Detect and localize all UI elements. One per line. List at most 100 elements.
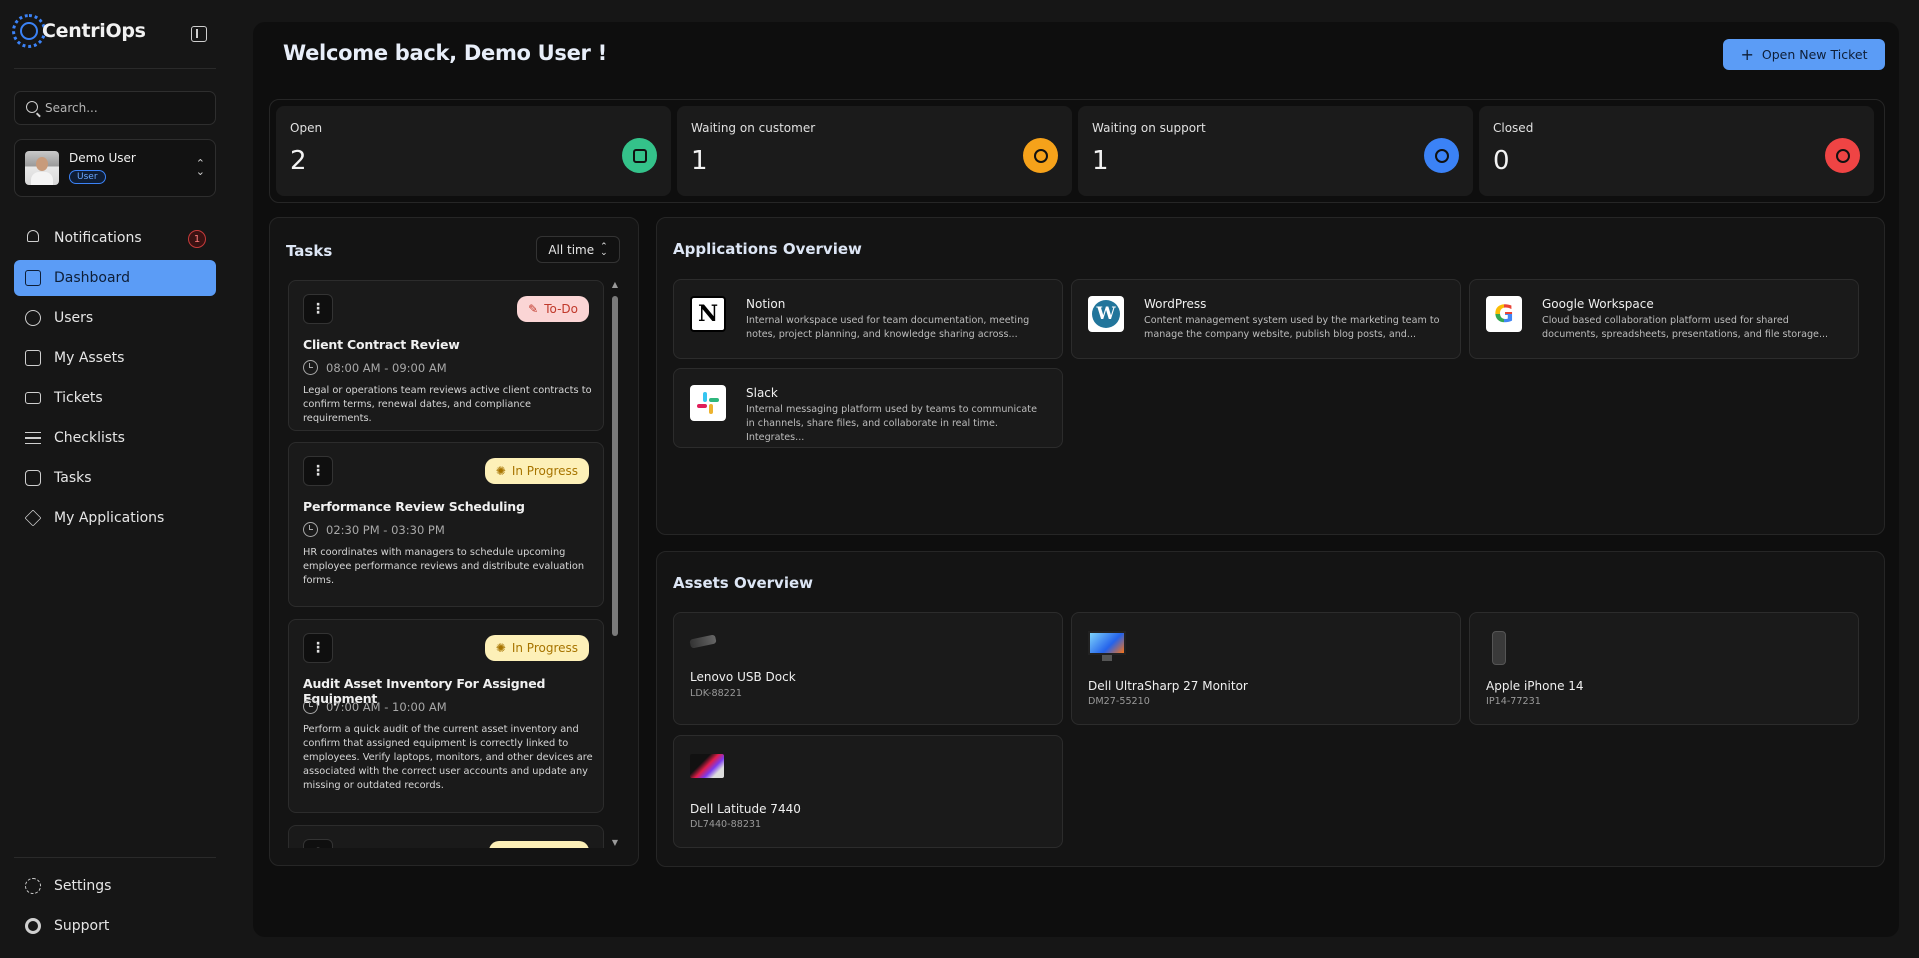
sidebar-item-label: Settings	[54, 878, 112, 894]
checkbox-icon	[25, 470, 41, 486]
more-options-icon[interactable]: ⋮	[303, 456, 333, 486]
sidebar-item-my-assets[interactable]: My Assets	[14, 340, 216, 376]
usb-dock-image	[689, 634, 717, 649]
more-options-icon[interactable]: ⋮	[303, 294, 333, 324]
ticket-icon	[25, 392, 41, 404]
app-card-google-workspace[interactable]: G Google Workspace Cloud based collabora…	[1469, 279, 1859, 359]
sidebar-item-label: Users	[54, 310, 94, 326]
search-box[interactable]	[14, 91, 216, 125]
app-logo[interactable]: CentriOps	[12, 14, 146, 48]
lifebuoy-icon	[25, 918, 41, 934]
task-time: 07:00 AM - 10:00 AM	[303, 699, 447, 714]
layers-icon	[24, 509, 42, 527]
x-circle-icon	[1825, 138, 1860, 173]
scroll-thumb[interactable]	[612, 296, 618, 636]
sidebar-item-label: Tasks	[54, 470, 92, 486]
asset-name: Apple iPhone 14	[1486, 679, 1584, 693]
more-options-icon[interactable]: ⋮	[303, 633, 333, 663]
task-description: HR coordinates with managers to schedule…	[303, 547, 585, 586]
stat-card-open[interactable]: Open 2	[276, 106, 671, 196]
task-list-scrollbar[interactable]: ▲ ▼	[610, 280, 620, 848]
sidebar-item-tasks[interactable]: Tasks	[14, 460, 216, 496]
task-card[interactable]: ⋮ ✎ To-Do Client Contract Review 08:00 A…	[288, 280, 604, 431]
slack-logo-icon	[690, 385, 726, 421]
sidebar-item-label: My Assets	[54, 350, 125, 366]
sidebar-item-dashboard[interactable]: Dashboard	[14, 260, 216, 296]
loader-icon: ✺	[495, 464, 506, 478]
sidebar-collapse-icon[interactable]	[191, 26, 207, 42]
asset-code: DM27-55210	[1088, 696, 1150, 707]
sidebar-item-support[interactable]: Support	[14, 908, 216, 944]
dashboard-icon	[25, 270, 41, 286]
box-icon	[25, 350, 41, 366]
ticket-stats: Open 2 Waiting on customer 1 Waiting on …	[269, 99, 1885, 203]
stat-card-waiting-customer[interactable]: Waiting on customer 1	[677, 106, 1072, 196]
main-nav: Notifications 1 Dashboard Users My Asset…	[14, 220, 216, 540]
asset-card[interactable]: Apple iPhone 14 IP14-77231	[1469, 612, 1859, 725]
plus-icon: +	[1740, 44, 1754, 64]
scroll-up-icon[interactable]: ▲	[610, 280, 620, 290]
stat-card-waiting-support[interactable]: Waiting on support 1	[1078, 106, 1473, 196]
task-time: 08:00 AM - 09:00 AM	[303, 360, 447, 375]
sidebar-item-label: Dashboard	[54, 270, 130, 286]
sidebar-item-notifications[interactable]: Notifications 1	[14, 220, 216, 256]
task-description: Legal or operations team reviews active …	[303, 385, 592, 424]
task-card[interactable]: ⋮	[288, 825, 604, 848]
sidebar-item-label: My Applications	[54, 510, 165, 526]
sidebar-item-checklists[interactable]: Checklists	[14, 420, 216, 456]
sidebar-item-label: Support	[54, 918, 110, 934]
tasks-title: Tasks	[286, 242, 333, 260]
checklist-icon	[25, 432, 41, 444]
app-card-slack[interactable]: Slack Internal messaging platform used b…	[673, 368, 1063, 448]
status-badge: ✺ In Progress	[484, 458, 589, 484]
open-new-ticket-button[interactable]: + Open New Ticket	[1723, 39, 1885, 70]
app-description: Content management system used by the ma…	[1144, 315, 1440, 340]
chevron-up-down-icon: ⌃ ⌄	[195, 157, 205, 178]
sidebar-item-settings[interactable]: Settings	[14, 868, 216, 904]
status-label: In Progress	[511, 464, 578, 478]
asset-code: IP14-77231	[1486, 696, 1541, 707]
secondary-nav: Settings Support	[14, 868, 216, 948]
stat-label: Closed	[1493, 121, 1534, 135]
asset-card[interactable]: Lenovo USB Dock LDK-88221	[673, 612, 1063, 725]
user-switcher[interactable]: Demo User User ⌃ ⌄	[14, 139, 216, 197]
ticket-icon	[622, 138, 657, 173]
button-label: Open New Ticket	[1761, 47, 1868, 62]
sidebar-item-users[interactable]: Users	[14, 300, 216, 336]
app-name: CentriOps	[42, 20, 146, 42]
task-time-label: 08:00 AM - 09:00 AM	[326, 360, 447, 375]
app-name: Google Workspace	[1542, 297, 1654, 311]
time-filter-select[interactable]: All time ⌃ ⌄	[536, 236, 620, 263]
avatar	[25, 151, 59, 185]
sidebar-item-my-applications[interactable]: My Applications	[14, 500, 216, 536]
stat-card-closed[interactable]: Closed 0	[1479, 106, 1874, 196]
sidebar-item-label: Notifications	[54, 230, 142, 246]
task-time-label: 07:00 AM - 10:00 AM	[326, 699, 447, 714]
task-card[interactable]: ⋮ ✺ In Progress Performance Review Sched…	[288, 442, 604, 607]
loader-icon: ✺	[495, 641, 506, 655]
search-icon	[26, 101, 38, 113]
stat-label: Open	[290, 121, 323, 135]
more-options-icon[interactable]: ⋮	[303, 839, 333, 848]
scroll-down-icon[interactable]: ▼	[610, 838, 620, 848]
tasks-panel: Tasks All time ⌃ ⌄ ⋮ ✎ To-Do Client Contr…	[269, 217, 639, 866]
asset-code: LDK-88221	[690, 688, 742, 699]
chevron-up-down-icon: ⌃ ⌄	[600, 241, 608, 258]
app-card-notion[interactable]: N Notion Internal workspace used for tea…	[673, 279, 1063, 359]
clock-icon	[303, 699, 318, 714]
task-card[interactable]: ⋮ ✺ In Progress Audit Asset Inventory Fo…	[288, 619, 604, 813]
google-logo-icon: G	[1486, 296, 1522, 332]
filter-value: All time	[548, 242, 595, 257]
status-badge: ✎ To-Do	[517, 296, 589, 322]
status-badge	[489, 841, 589, 848]
app-card-wordpress[interactable]: W WordPress Content management system us…	[1071, 279, 1461, 359]
laptop-image	[690, 754, 724, 778]
sidebar-item-tickets[interactable]: Tickets	[14, 380, 216, 416]
asset-card[interactable]: Dell Latitude 7440 DL7440-88231	[673, 735, 1063, 848]
sidebar: CentriOps Demo User User ⌃⌄ Notification…	[0, 0, 230, 958]
bell-icon	[27, 230, 39, 242]
task-list[interactable]: ⋮ ✎ To-Do Client Contract Review 08:00 A…	[288, 280, 604, 848]
status-label: In Progress	[511, 641, 578, 655]
search-input[interactable]	[45, 101, 205, 115]
asset-card[interactable]: Dell UltraSharp 27 Monitor DM27-55210	[1071, 612, 1461, 725]
